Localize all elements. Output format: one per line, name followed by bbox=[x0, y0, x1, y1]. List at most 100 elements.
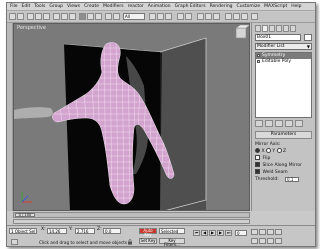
modifier-stack[interactable]: Symmetry Editable Poly bbox=[255, 52, 312, 118]
lightbulb-icon[interactable] bbox=[257, 54, 260, 57]
arc-rotate-icon[interactable] bbox=[267, 238, 274, 244]
hierarchy-tab-icon[interactable] bbox=[269, 25, 275, 32]
play-icon[interactable]: ▶ bbox=[209, 230, 216, 236]
previous-frame-icon[interactable]: ◀ bbox=[201, 230, 208, 236]
auto-key-button[interactable]: Auto Key bbox=[139, 228, 157, 237]
show-end-result-icon[interactable] bbox=[265, 120, 273, 127]
curve-editor-icon[interactable] bbox=[205, 13, 212, 20]
maximize-viewport-icon[interactable] bbox=[275, 238, 282, 244]
lock-icon[interactable] bbox=[127, 239, 133, 245]
modify-tab-icon[interactable] bbox=[262, 25, 268, 32]
menu-reactor[interactable]: reactor bbox=[128, 3, 144, 11]
go-to-end-icon[interactable]: ⏭ bbox=[225, 230, 232, 236]
modifier-list-dropdown[interactable]: Modifier List ▼ bbox=[255, 43, 312, 50]
select-by-name-icon[interactable] bbox=[61, 13, 68, 20]
stack-item-editable-poly[interactable]: Editable Poly bbox=[256, 59, 311, 65]
material-editor-icon[interactable] bbox=[225, 13, 232, 20]
link-icon[interactable] bbox=[27, 13, 34, 20]
menu-tools[interactable]: Tools bbox=[34, 3, 45, 11]
ghost-arm bbox=[14, 107, 53, 119]
viewport-label[interactable]: Perspective bbox=[17, 25, 46, 31]
snap-toggle-icon[interactable] bbox=[149, 13, 156, 20]
quick-render-icon[interactable] bbox=[251, 13, 258, 20]
percent-snap-icon[interactable] bbox=[165, 13, 172, 20]
render-icon[interactable] bbox=[241, 13, 248, 20]
key-filters-button[interactable]: Key Filters... bbox=[159, 238, 185, 246]
select-and-scale-icon[interactable] bbox=[95, 13, 102, 20]
time-slider[interactable]: 0 / 100 bbox=[13, 212, 250, 218]
viewcube-icon[interactable] bbox=[235, 24, 250, 39]
reference-coordinate-icon[interactable] bbox=[105, 13, 112, 20]
selection-region-icon[interactable] bbox=[69, 13, 76, 20]
expand-icon[interactable] bbox=[257, 60, 260, 63]
menu-graph-editors[interactable]: Graph Editors bbox=[175, 3, 206, 11]
selection-filter-dropdown[interactable]: All bbox=[123, 13, 145, 20]
weld-seam-checkbox[interactable] bbox=[255, 169, 260, 174]
next-frame-icon[interactable]: ▶ bbox=[217, 230, 224, 236]
zoom-extents-all-icon[interactable] bbox=[275, 229, 282, 235]
menu-edit[interactable]: Edit bbox=[22, 3, 31, 11]
create-tab-icon[interactable] bbox=[255, 25, 261, 32]
perspective-viewport[interactable]: Perspective bbox=[13, 23, 250, 211]
layer-manager-icon[interactable] bbox=[197, 13, 204, 20]
configure-modifier-sets-icon[interactable] bbox=[295, 120, 303, 127]
menu-customize[interactable]: Customize bbox=[237, 3, 261, 11]
unlink-icon[interactable] bbox=[35, 13, 42, 20]
display-tab-icon[interactable] bbox=[283, 25, 289, 32]
track-bar[interactable] bbox=[13, 219, 250, 224]
threshold-spinner[interactable]: 0.1 bbox=[285, 177, 299, 182]
zoom-extents-icon[interactable] bbox=[267, 229, 274, 235]
current-frame-field[interactable]: 0 bbox=[235, 230, 247, 236]
selected-dropdown[interactable]: Selected bbox=[159, 228, 185, 234]
menu-help[interactable]: Help bbox=[291, 3, 301, 11]
stack-item-label: Symmetry bbox=[262, 53, 286, 58]
axis-y-radio[interactable] bbox=[265, 148, 271, 153]
x-coordinate-field[interactable]: 14.26 bbox=[47, 228, 67, 234]
angle-snap-icon[interactable] bbox=[157, 13, 164, 20]
pin-stack-icon[interactable] bbox=[255, 120, 263, 127]
select-and-rotate-icon[interactable] bbox=[87, 13, 94, 20]
slice-along-mirror-checkbox[interactable] bbox=[255, 162, 260, 167]
go-to-start-icon[interactable]: ⏮ bbox=[193, 230, 200, 236]
redo-icon[interactable] bbox=[17, 13, 24, 20]
bind-space-warp-icon[interactable] bbox=[43, 13, 50, 20]
menu-file[interactable]: File bbox=[10, 3, 18, 11]
pan-icon[interactable] bbox=[259, 238, 266, 244]
render-setup-icon[interactable] bbox=[233, 13, 240, 20]
menu-animation[interactable]: Animation bbox=[148, 3, 171, 11]
parameters-rollout-header[interactable]: Parameters bbox=[255, 131, 312, 139]
make-unique-icon[interactable] bbox=[275, 120, 283, 127]
zoom-icon[interactable] bbox=[251, 229, 258, 235]
motion-tab-icon[interactable] bbox=[276, 25, 282, 32]
menu-maxscript[interactable]: MAXScript bbox=[264, 3, 287, 11]
set-key-button[interactable]: Set Key bbox=[139, 238, 157, 244]
align-icon[interactable] bbox=[185, 13, 192, 20]
select-object-icon[interactable] bbox=[53, 13, 60, 20]
undo-icon[interactable] bbox=[9, 13, 16, 20]
viewport-scene bbox=[14, 24, 250, 210]
z-coordinate-field[interactable]: 0.0 bbox=[103, 228, 121, 234]
max-window: File Edit Tools Group Views Create Modif… bbox=[6, 2, 316, 247]
mirror-icon[interactable] bbox=[177, 13, 184, 20]
remove-modifier-icon[interactable] bbox=[285, 120, 293, 127]
maxscript-listener-icon[interactable] bbox=[11, 239, 18, 245]
menu-rendering[interactable]: Rendering bbox=[210, 3, 233, 11]
flip-checkbox[interactable] bbox=[255, 155, 260, 160]
weld-label: Weld Seam bbox=[262, 170, 288, 175]
schematic-view-icon[interactable] bbox=[213, 13, 220, 20]
menu-group[interactable]: Group bbox=[49, 3, 63, 11]
time-slider-knob[interactable]: 0 / 100 bbox=[15, 213, 35, 217]
select-and-move-icon[interactable] bbox=[79, 13, 86, 20]
menu-create[interactable]: Create bbox=[84, 3, 99, 11]
menu-views[interactable]: Views bbox=[67, 3, 80, 11]
utilities-tab-icon[interactable] bbox=[290, 25, 296, 32]
pivot-center-icon[interactable] bbox=[113, 13, 120, 20]
field-of-view-icon[interactable] bbox=[251, 238, 258, 244]
y-coordinate-field[interactable]: 2.716 bbox=[75, 228, 95, 234]
object-color-swatch[interactable] bbox=[304, 34, 312, 41]
axis-z-radio[interactable] bbox=[276, 148, 282, 153]
axis-x-radio[interactable] bbox=[255, 148, 260, 153]
zoom-all-icon[interactable] bbox=[259, 229, 266, 235]
object-name-field[interactable]: Box01 bbox=[255, 34, 301, 41]
menu-modifiers[interactable]: Modifiers bbox=[103, 3, 124, 11]
